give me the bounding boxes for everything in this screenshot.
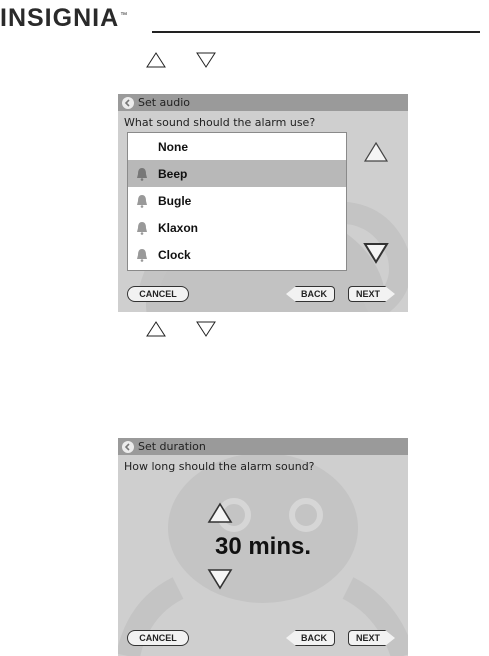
list-item-bugle[interactable]: Bugle (128, 187, 346, 214)
brand-name: INSIGNIA (0, 4, 120, 32)
screen-question: What sound should the alarm use? (124, 116, 316, 129)
chevron-left-icon (124, 442, 130, 451)
increase-button[interactable] (207, 502, 233, 524)
list-item-label: Klaxon (158, 220, 199, 235)
list-item-beep[interactable]: Beep (128, 160, 346, 187)
cancel-button[interactable]: CANCEL (127, 630, 189, 646)
back-button[interactable]: BACK (286, 630, 335, 646)
list-item-label: Beep (158, 166, 188, 181)
sound-list[interactable]: None Beep Bugle Klaxon Clock (127, 132, 347, 271)
screen-title: Set audio (138, 96, 191, 109)
back-circle-button[interactable] (122, 96, 134, 109)
trademark-symbol: ™ (120, 11, 129, 19)
list-item-clock[interactable]: Clock (128, 241, 346, 268)
down-arrow-icon (196, 321, 216, 337)
set-duration-screen: Set duration How long should the alarm s… (118, 438, 408, 656)
list-item-label: Clock (158, 247, 191, 262)
cancel-button[interactable]: CANCEL (127, 286, 189, 302)
insignia-logo: INSIGNIA™ (0, 4, 128, 33)
back-button[interactable]: BACK (286, 286, 335, 302)
doc-arrow-glyphs-1 (146, 52, 216, 68)
decrease-button[interactable] (207, 568, 233, 590)
scroll-up-button[interactable] (363, 141, 389, 163)
set-audio-screen: Set audio What sound should the alarm us… (118, 94, 408, 312)
next-button[interactable]: NEXT (348, 630, 395, 646)
bell-icon (135, 194, 149, 208)
next-button[interactable]: NEXT (348, 286, 395, 302)
up-arrow-icon (146, 321, 166, 337)
title-bar: Set audio (118, 94, 408, 111)
header-rule (152, 31, 480, 33)
up-arrow-icon (146, 52, 166, 68)
duration-value: 30 mins. (214, 533, 312, 560)
down-arrow-icon (196, 52, 216, 68)
screen-question: How long should the alarm sound? (124, 460, 315, 473)
doc-arrow-glyphs-2 (146, 321, 216, 337)
scroll-down-button[interactable] (363, 242, 389, 264)
chevron-left-icon (124, 98, 130, 107)
bell-icon (135, 248, 149, 262)
title-bar: Set duration (118, 438, 408, 455)
back-circle-button[interactable] (122, 440, 134, 453)
list-item-label: None (158, 139, 188, 154)
list-item-label: Bugle (158, 193, 192, 208)
screen-title: Set duration (138, 440, 206, 453)
bell-icon (135, 221, 149, 235)
list-item-none[interactable]: None (128, 133, 346, 160)
list-item-klaxon[interactable]: Klaxon (128, 214, 346, 241)
bell-icon (135, 167, 149, 181)
